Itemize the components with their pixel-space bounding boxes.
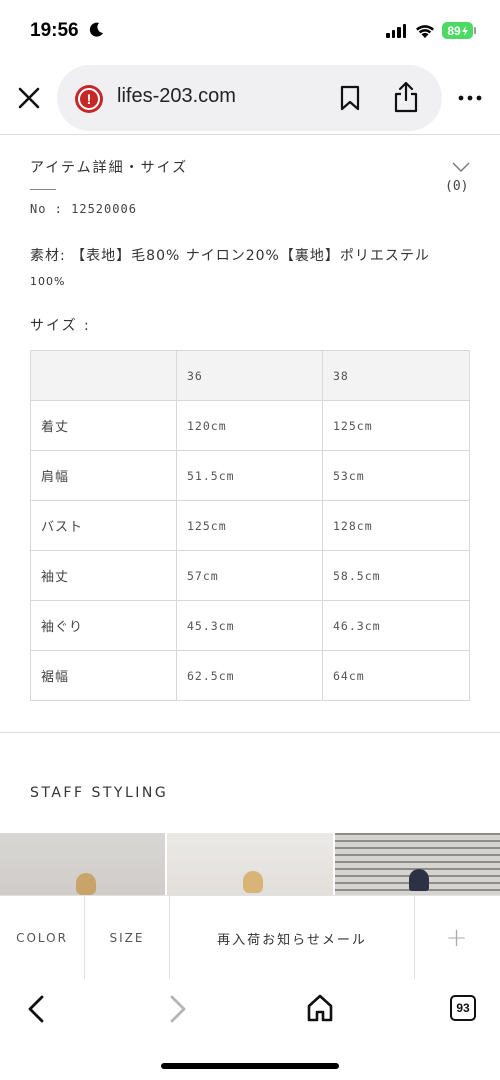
charging-bolt-icon	[461, 25, 468, 36]
tabs-button[interactable]: 93	[450, 995, 476, 1021]
table-row: バスト 125cm 128cm	[30, 500, 470, 551]
battery-tip	[474, 27, 476, 34]
browser-toolbar: 93	[0, 979, 500, 1080]
status-bar: 19:56 89	[0, 0, 500, 62]
cell-value: 64cm	[322, 650, 470, 701]
person-head	[243, 871, 264, 893]
size-label: サイズ :	[30, 318, 91, 334]
product-action-bar: COLOR SIZE 再入荷お知らせメール +	[0, 895, 500, 980]
cell-value: 125cm	[176, 500, 323, 551]
cell-value: 62.5cm	[176, 650, 323, 701]
person-head	[76, 873, 96, 895]
row-label: 肩幅	[30, 450, 177, 501]
table-row: 裾幅 62.5cm 64cm	[30, 650, 470, 701]
row-label: 裾幅	[30, 650, 177, 701]
section-title[interactable]: アイテム詳細・サイズ	[30, 157, 188, 177]
cell-value: 128cm	[322, 500, 470, 551]
url-text[interactable]: lifes-203.com	[117, 85, 236, 108]
chevron-down-icon[interactable]	[452, 161, 470, 173]
table-header-cell: 36	[176, 350, 323, 401]
address-bar[interactable]: ! lifes-203.com	[57, 65, 442, 131]
cell-value: 58.5cm	[322, 550, 470, 601]
cellular-signal-icon	[386, 24, 406, 38]
more-options-icon[interactable]	[458, 90, 482, 106]
material-description: 素材: 【表地】毛80% ナイロン20%【裏地】ポリエステル 100%	[30, 243, 470, 295]
material-line-1: 素材: 【表地】毛80% ナイロン20%【裏地】ポリエステル	[30, 248, 430, 264]
forward-arrow-icon[interactable]	[167, 994, 189, 1024]
item-number: No : 12520006	[30, 202, 137, 216]
restock-notification-button[interactable]: 再入荷お知らせメール	[170, 896, 414, 980]
table-row: 袖丈 57cm 58.5cm	[30, 550, 470, 601]
home-indicator	[161, 1063, 339, 1069]
material-line-2: 100%	[30, 275, 66, 288]
share-icon[interactable]	[393, 81, 419, 113]
security-warning-icon[interactable]: !	[75, 85, 103, 113]
browser-address-bar-area: ! lifes-203.com	[0, 62, 500, 134]
cell-value: 45.3cm	[176, 600, 323, 651]
back-arrow-icon[interactable]	[25, 994, 47, 1024]
status-time: 19:56	[30, 20, 79, 41]
color-selector[interactable]: COLOR	[0, 896, 84, 980]
cell-value: 51.5cm	[176, 450, 323, 501]
plus-button[interactable]: +	[415, 896, 500, 980]
title-underline	[30, 189, 56, 190]
person-head	[408, 869, 429, 891]
cell-value: 46.3cm	[322, 600, 470, 651]
table-row: 肩幅 51.5cm 53cm	[30, 450, 470, 501]
staff-photo[interactable]	[0, 833, 166, 895]
battery-level: 89	[447, 23, 461, 38]
wifi-icon	[416, 25, 434, 38]
table-row: 着丈 120cm 125cm	[30, 400, 470, 451]
battery-indicator: 89	[442, 22, 473, 39]
table-header-cell	[30, 350, 177, 401]
cell-value: 53cm	[322, 450, 470, 501]
moon-icon	[89, 22, 103, 37]
cell-value: 125cm	[322, 400, 470, 451]
home-icon[interactable]	[306, 993, 334, 1023]
staff-photo[interactable]	[167, 833, 333, 895]
table-header-row: 36 38	[30, 350, 470, 401]
staff-styling-title: STAFF STYLING	[30, 785, 169, 801]
row-label: 着丈	[30, 400, 177, 451]
close-icon[interactable]	[15, 84, 43, 112]
bookmark-icon[interactable]	[339, 85, 361, 111]
row-label: 袖ぐり	[30, 600, 177, 651]
staff-photo[interactable]	[334, 833, 500, 895]
cell-value: 57cm	[176, 550, 323, 601]
divider	[0, 134, 500, 135]
cell-value: 120cm	[176, 400, 323, 451]
row-label: バスト	[30, 500, 177, 551]
staff-styling-photos	[0, 833, 500, 895]
item-count: (0)	[445, 179, 469, 194]
table-header-cell: 38	[322, 350, 470, 401]
size-selector[interactable]: SIZE	[85, 896, 169, 980]
row-label: 袖丈	[30, 550, 177, 601]
divider	[0, 732, 500, 733]
size-table: 36 38 着丈 120cm 125cm 肩幅 51.5cm 53cm バスト …	[30, 350, 470, 701]
table-row: 袖ぐり 45.3cm 46.3cm	[30, 600, 470, 651]
